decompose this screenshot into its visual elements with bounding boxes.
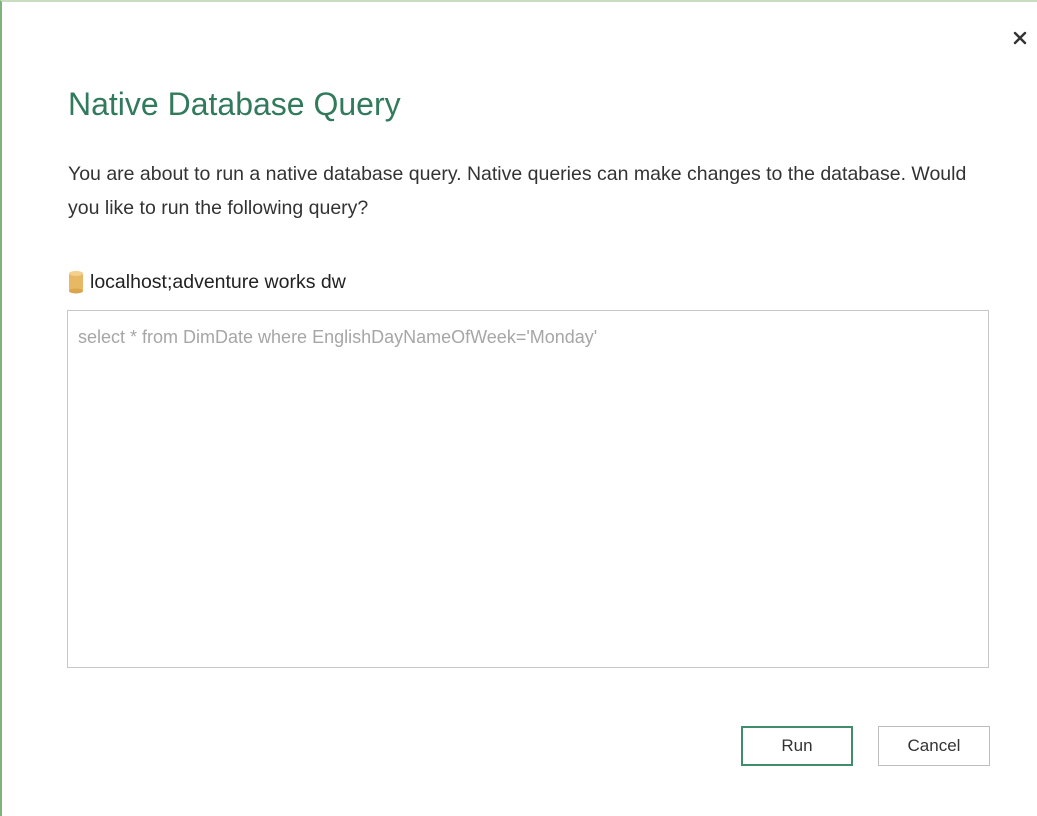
native-query-dialog: Native Database Query You are about to r… bbox=[0, 0, 1037, 816]
query-text: select * from DimDate where EnglishDayNa… bbox=[78, 327, 598, 347]
cancel-button[interactable]: Cancel bbox=[878, 726, 990, 766]
database-icon bbox=[69, 271, 83, 294]
query-textarea[interactable]: select * from DimDate where EnglishDayNa… bbox=[67, 310, 989, 668]
close-button[interactable] bbox=[1008, 26, 1032, 50]
dialog-title: Native Database Query bbox=[68, 86, 401, 122]
data-source: localhost;adventure works dw bbox=[68, 268, 346, 296]
data-source-label: localhost;adventure works dw bbox=[90, 270, 346, 293]
run-button[interactable]: Run bbox=[741, 726, 853, 766]
close-icon bbox=[1013, 31, 1027, 45]
dialog-description: You are about to run a native database q… bbox=[68, 163, 967, 219]
